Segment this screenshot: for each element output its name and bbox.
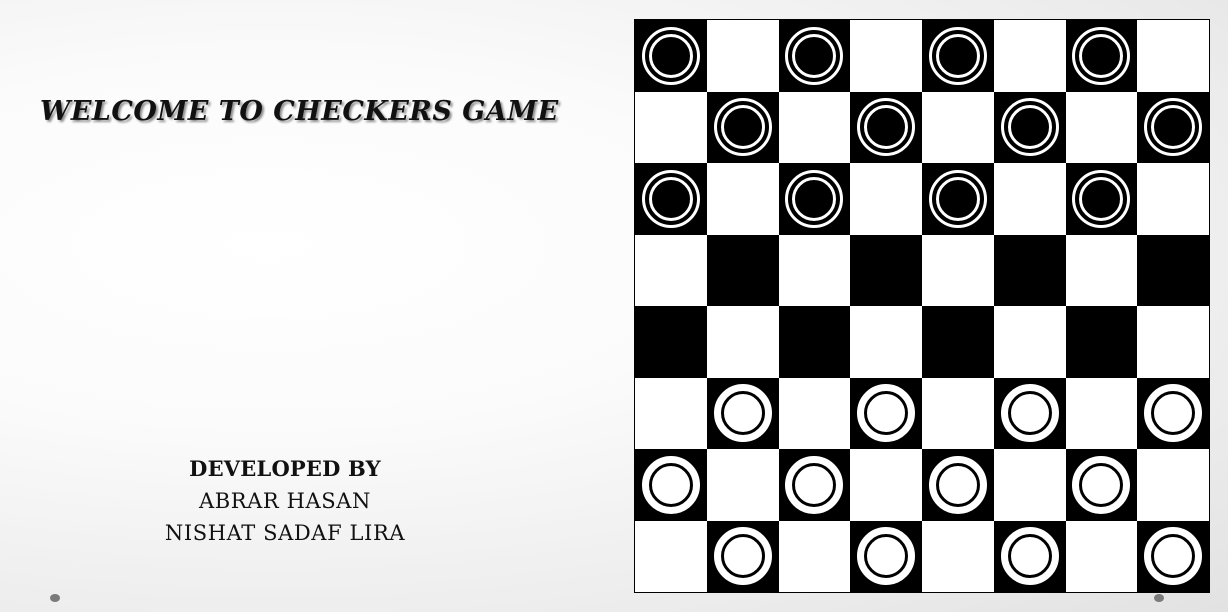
board-square-light[interactable] (993, 306, 1066, 378)
board-square-dark[interactable] (706, 377, 779, 449)
white-checker-piece[interactable] (785, 455, 844, 514)
board-square-light[interactable] (1065, 377, 1138, 449)
board-square-dark[interactable] (635, 20, 707, 92)
board-square-light[interactable] (778, 520, 851, 592)
white-checker-piece[interactable] (857, 527, 916, 586)
board-square-dark[interactable] (850, 91, 922, 163)
game-title: WELCOME TO CHECKERS GAME (40, 96, 559, 127)
board-square-dark[interactable] (635, 306, 707, 378)
white-checker-piece[interactable] (713, 527, 772, 586)
board-square-light[interactable] (635, 91, 707, 163)
board-square-light[interactable] (922, 91, 994, 163)
board-square-dark[interactable] (922, 163, 994, 235)
board-square-dark[interactable] (778, 20, 851, 92)
board-square-dark[interactable] (778, 449, 851, 521)
white-checker-piece[interactable] (1000, 384, 1059, 443)
slide-dot-right (1154, 594, 1164, 602)
board-square-dark[interactable] (850, 520, 922, 592)
board-square-dark[interactable] (993, 91, 1066, 163)
board-square-light[interactable] (850, 20, 922, 92)
white-checker-piece[interactable] (641, 455, 700, 514)
board-square-dark[interactable] (706, 520, 779, 592)
board-square-dark[interactable] (635, 449, 707, 521)
black-checker-piece[interactable] (1072, 26, 1131, 85)
board-square-dark[interactable] (993, 234, 1066, 306)
black-checker-piece[interactable] (1072, 169, 1131, 228)
board-square-light[interactable] (1137, 449, 1209, 521)
black-checker-piece[interactable] (928, 169, 987, 228)
black-checker-piece[interactable] (641, 26, 700, 85)
board-square-light[interactable] (850, 449, 922, 521)
black-checker-piece[interactable] (1000, 98, 1059, 157)
board-square-dark[interactable] (993, 377, 1066, 449)
board-square-dark[interactable] (1065, 163, 1138, 235)
board-square-light[interactable] (1137, 20, 1209, 92)
slide-dot-left (50, 594, 60, 602)
board-square-light[interactable] (922, 377, 994, 449)
board-square-light[interactable] (635, 377, 707, 449)
board-square-light[interactable] (922, 234, 994, 306)
board-square-light[interactable] (706, 306, 779, 378)
black-checker-piece[interactable] (1144, 98, 1203, 157)
board-square-dark[interactable] (850, 234, 922, 306)
board-square-dark[interactable] (706, 91, 779, 163)
board-square-dark[interactable] (922, 306, 994, 378)
author-name: NISHAT SADAF LIRA (164, 521, 406, 545)
board-square-dark[interactable] (778, 306, 851, 378)
white-checker-piece[interactable] (928, 455, 987, 514)
board-square-light[interactable] (922, 520, 994, 592)
board-square-dark[interactable] (1065, 306, 1138, 378)
white-checker-piece[interactable] (1000, 527, 1059, 586)
developed-by-label: DEVELOPED BY (189, 456, 381, 481)
board-square-light[interactable] (778, 377, 851, 449)
board-square-light[interactable] (778, 91, 851, 163)
board-square-light[interactable] (993, 20, 1066, 92)
board-square-dark[interactable] (706, 234, 779, 306)
board-square-light[interactable] (1065, 234, 1138, 306)
white-checker-piece[interactable] (1144, 527, 1203, 586)
black-checker-piece[interactable] (785, 26, 844, 85)
black-checker-piece[interactable] (857, 98, 916, 157)
board-square-dark[interactable] (850, 377, 922, 449)
board-square-light[interactable] (850, 306, 922, 378)
board-square-light[interactable] (1065, 91, 1138, 163)
board-square-light[interactable] (778, 234, 851, 306)
white-checker-piece[interactable] (857, 384, 916, 443)
board-square-light[interactable] (635, 520, 707, 592)
board-square-dark[interactable] (1137, 234, 1209, 306)
white-checker-piece[interactable] (713, 384, 772, 443)
board-square-dark[interactable] (778, 163, 851, 235)
board-square-dark[interactable] (922, 20, 994, 92)
board-square-light[interactable] (1137, 306, 1209, 378)
board-square-dark[interactable] (1137, 91, 1209, 163)
author-name: ABRAR HASAN (198, 489, 372, 513)
black-checker-piece[interactable] (785, 169, 844, 228)
board-square-light[interactable] (993, 449, 1066, 521)
board-square-dark[interactable] (1065, 449, 1138, 521)
board-square-light[interactable] (1065, 520, 1138, 592)
board-square-light[interactable] (635, 234, 707, 306)
board-square-light[interactable] (706, 20, 779, 92)
board-square-dark[interactable] (1137, 377, 1209, 449)
board-square-light[interactable] (706, 449, 779, 521)
black-checker-piece[interactable] (928, 26, 987, 85)
white-checker-piece[interactable] (1072, 455, 1131, 514)
board-square-light[interactable] (993, 163, 1066, 235)
checkers-board[interactable] (634, 19, 1210, 593)
board-square-dark[interactable] (922, 449, 994, 521)
board-square-dark[interactable] (1137, 520, 1209, 592)
white-checker-piece[interactable] (1144, 384, 1203, 443)
board-square-light[interactable] (706, 163, 779, 235)
credits-block: DEVELOPED BY ABRAR HASAN NISHAT SADAF LI… (130, 452, 440, 549)
board-square-dark[interactable] (1065, 20, 1138, 92)
board-square-light[interactable] (850, 163, 922, 235)
board-square-light[interactable] (1137, 163, 1209, 235)
board-square-dark[interactable] (635, 163, 707, 235)
black-checker-piece[interactable] (713, 98, 772, 157)
board-square-dark[interactable] (993, 520, 1066, 592)
black-checker-piece[interactable] (641, 169, 700, 228)
